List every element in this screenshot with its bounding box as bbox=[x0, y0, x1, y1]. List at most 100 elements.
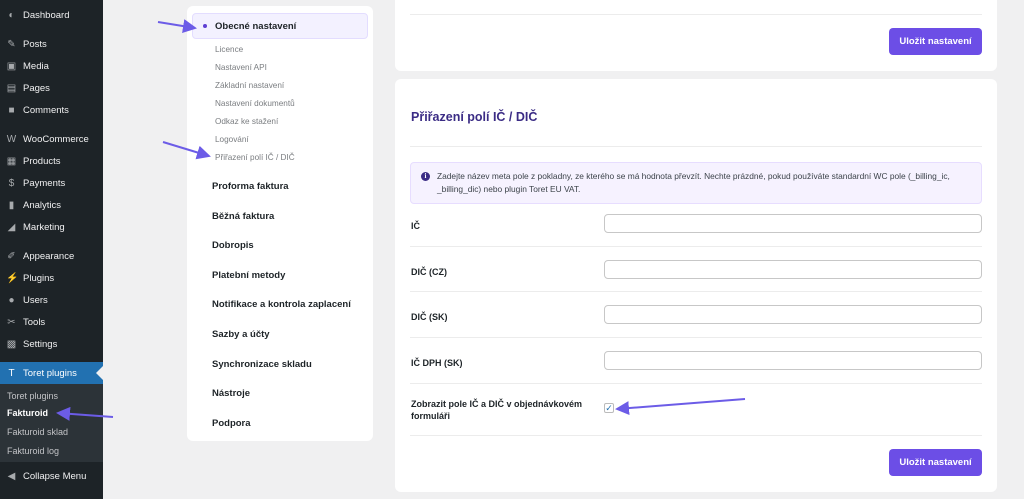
sidebar-item-dashboard[interactable]: ◐ Dashboard bbox=[0, 4, 103, 26]
section-title: Přiřazení polí IČ / DIČ bbox=[411, 110, 538, 124]
sidebar-item-comments[interactable]: ■ Comments bbox=[0, 99, 103, 121]
sidebar-item-label: Products bbox=[23, 155, 61, 167]
sidebar-item-label: Payments bbox=[23, 177, 66, 189]
nav-section-item[interactable]: Proforma faktura bbox=[212, 181, 289, 192]
sidebar-item-label: Posts bbox=[23, 38, 47, 50]
ic-label: IČ bbox=[411, 221, 420, 231]
nav-subitem[interactable]: Nastavení dokumentů bbox=[215, 99, 295, 108]
sidebar-item-label: Collapse Menu bbox=[23, 470, 87, 482]
nav-section-item[interactable]: Synchronizace skladu bbox=[212, 359, 312, 370]
woocommerce-icon: W bbox=[6, 133, 17, 145]
nav-subitem[interactable]: Odkaz ke stažení bbox=[215, 117, 278, 126]
users-icon: ● bbox=[8, 294, 15, 306]
megaphone-icon: ◢ bbox=[7, 221, 16, 233]
sidebar-item-label: Toret plugins bbox=[23, 367, 77, 379]
sidebar-item-pages[interactable]: ▤ Pages bbox=[0, 77, 103, 99]
sidebar-item-label: Analytics bbox=[23, 199, 62, 211]
dic-cz-label: DIČ (CZ) bbox=[411, 267, 447, 277]
dashboard-icon: ◐ bbox=[8, 9, 15, 21]
sidebar-item-label: Pages bbox=[23, 82, 50, 94]
sidebar-item-label: Dashboard bbox=[23, 9, 70, 21]
nav-subitem[interactable]: Licence bbox=[215, 45, 243, 54]
toret-icon: T bbox=[8, 367, 15, 379]
divider bbox=[410, 435, 982, 436]
sidebar-item-toret-plugins[interactable]: T Toret plugins bbox=[0, 362, 103, 384]
sidebar-item-products[interactable]: ▦ Products bbox=[0, 150, 103, 172]
payments-icon: $ bbox=[8, 177, 15, 189]
nav-section-item[interactable]: Notifikace a kontrola zaplacení bbox=[212, 299, 351, 310]
plugins-icon: ⚡ bbox=[6, 272, 19, 284]
ic-input[interactable] bbox=[604, 214, 982, 233]
settings-nav-panel: Obecné nastavení Licence Nastavení API Zák… bbox=[187, 6, 373, 441]
products-icon: ▦ bbox=[6, 155, 17, 167]
divider bbox=[410, 383, 982, 384]
sidebar-item-payments[interactable]: $ Payments bbox=[0, 172, 103, 194]
wrench-icon: ✂ bbox=[7, 316, 16, 328]
nav-subitem[interactable]: Nastavení API bbox=[215, 63, 267, 72]
media-icon: ▣ bbox=[6, 60, 17, 72]
save-settings-button-top[interactable]: Uložit nastavení bbox=[889, 28, 982, 55]
comments-icon: ■ bbox=[8, 104, 15, 116]
info-icon: i bbox=[421, 172, 430, 181]
sidebar-item-marketing[interactable]: ◢ Marketing bbox=[0, 216, 103, 238]
sidebar-item-tools[interactable]: ✂ Tools bbox=[0, 311, 103, 333]
submenu-item-toret-plugins[interactable]: Toret plugins bbox=[7, 391, 58, 401]
nav-section-item[interactable]: Dobropis bbox=[212, 240, 254, 251]
divider bbox=[410, 246, 982, 247]
sidebar-item-label: Media bbox=[23, 60, 49, 72]
active-dot-icon bbox=[203, 24, 207, 28]
brush-icon: ✐ bbox=[7, 250, 16, 262]
notice-text: Zadejte název meta pole z pokladny, ze k… bbox=[437, 171, 950, 194]
sidebar-item-collapse-menu[interactable]: ◀ Collapse Menu bbox=[0, 465, 103, 487]
nav-section-item[interactable]: Platební metody bbox=[212, 270, 285, 281]
nav-item-general-settings[interactable]: Obecné nastavení bbox=[192, 13, 368, 39]
ic-dph-sk-input[interactable] bbox=[604, 351, 982, 370]
dic-sk-input[interactable] bbox=[604, 305, 982, 324]
sidebar-item-posts[interactable]: ✎ Posts bbox=[0, 33, 103, 55]
dic-cz-input[interactable] bbox=[604, 260, 982, 279]
sidebar-item-media[interactable]: ▣ Media bbox=[0, 55, 103, 77]
show-ic-dic-label: Zobrazit pole IČ a DIČ v objednávkovém f… bbox=[411, 399, 583, 421]
admin-sidebar: ◐ Dashboard ✎ Posts ▣ Media ▤ Pages ■ Comments W Wo… bbox=[0, 0, 103, 499]
nav-section-item[interactable]: Podpora bbox=[212, 418, 251, 429]
submenu-item-fakturoid-log[interactable]: Fakturoid log bbox=[7, 446, 59, 456]
sidebar-item-plugins[interactable]: ⚡ Plugins bbox=[0, 267, 103, 289]
ic-dic-settings-card: Přiřazení polí IČ / DIČ i Zadejte název … bbox=[395, 79, 997, 492]
divider bbox=[410, 291, 982, 292]
submenu-item-fakturoid-sklad[interactable]: Fakturoid sklad bbox=[7, 427, 68, 437]
nav-section-item[interactable]: Nástroje bbox=[212, 388, 250, 399]
collapse-icon: ◀ bbox=[7, 470, 16, 482]
dic-sk-label: DIČ (SK) bbox=[411, 312, 448, 322]
info-notice: i Zadejte název meta pole z pokladny, ze… bbox=[410, 162, 982, 204]
sidebar-item-label: Marketing bbox=[23, 221, 65, 233]
show-ic-dic-checkbox[interactable]: ✓ bbox=[604, 403, 614, 413]
submenu-item-fakturoid[interactable]: Fakturoid bbox=[7, 408, 48, 418]
nav-section-item[interactable]: Běžná faktura bbox=[212, 211, 274, 222]
sidebar-item-analytics[interactable]: ▮ Analytics bbox=[0, 194, 103, 216]
sidebar-item-label: Plugins bbox=[23, 272, 55, 284]
pin-icon: ✎ bbox=[7, 38, 16, 50]
save-settings-button[interactable]: Uložit nastavení bbox=[889, 449, 982, 476]
toret-submenu: Toret plugins Fakturoid Fakturoid sklad Fak… bbox=[0, 384, 103, 462]
sidebar-item-label: Tools bbox=[23, 316, 46, 328]
sidebar-item-label: Appearance bbox=[23, 250, 75, 262]
nav-subitem[interactable]: Základní nastavení bbox=[215, 81, 284, 90]
nav-subitem[interactable]: Logování bbox=[215, 135, 249, 144]
nav-subitem[interactable]: Přiřazení polí IČ / DIČ bbox=[215, 153, 295, 162]
ic-dph-sk-label: IČ DPH (SK) bbox=[411, 358, 463, 368]
active-indicator bbox=[96, 366, 103, 380]
sidebar-item-users[interactable]: ● Users bbox=[0, 289, 103, 311]
sidebar-item-settings[interactable]: ▩ Settings bbox=[0, 333, 103, 355]
divider bbox=[410, 146, 982, 147]
nav-item-label: Obecné nastavení bbox=[215, 20, 297, 32]
analytics-icon: ▮ bbox=[8, 199, 15, 211]
divider bbox=[410, 14, 982, 15]
sidebar-item-woocommerce[interactable]: W WooCommerce bbox=[0, 128, 103, 150]
divider bbox=[410, 337, 982, 338]
nav-section-item[interactable]: Sazby a účty bbox=[212, 329, 270, 340]
settings-icon: ▩ bbox=[6, 338, 17, 350]
sidebar-item-label: Users bbox=[23, 294, 48, 306]
sidebar-item-label: Settings bbox=[23, 338, 58, 350]
sidebar-item-appearance[interactable]: ✐ Appearance bbox=[0, 245, 103, 267]
sidebar-item-label: Comments bbox=[23, 104, 69, 116]
